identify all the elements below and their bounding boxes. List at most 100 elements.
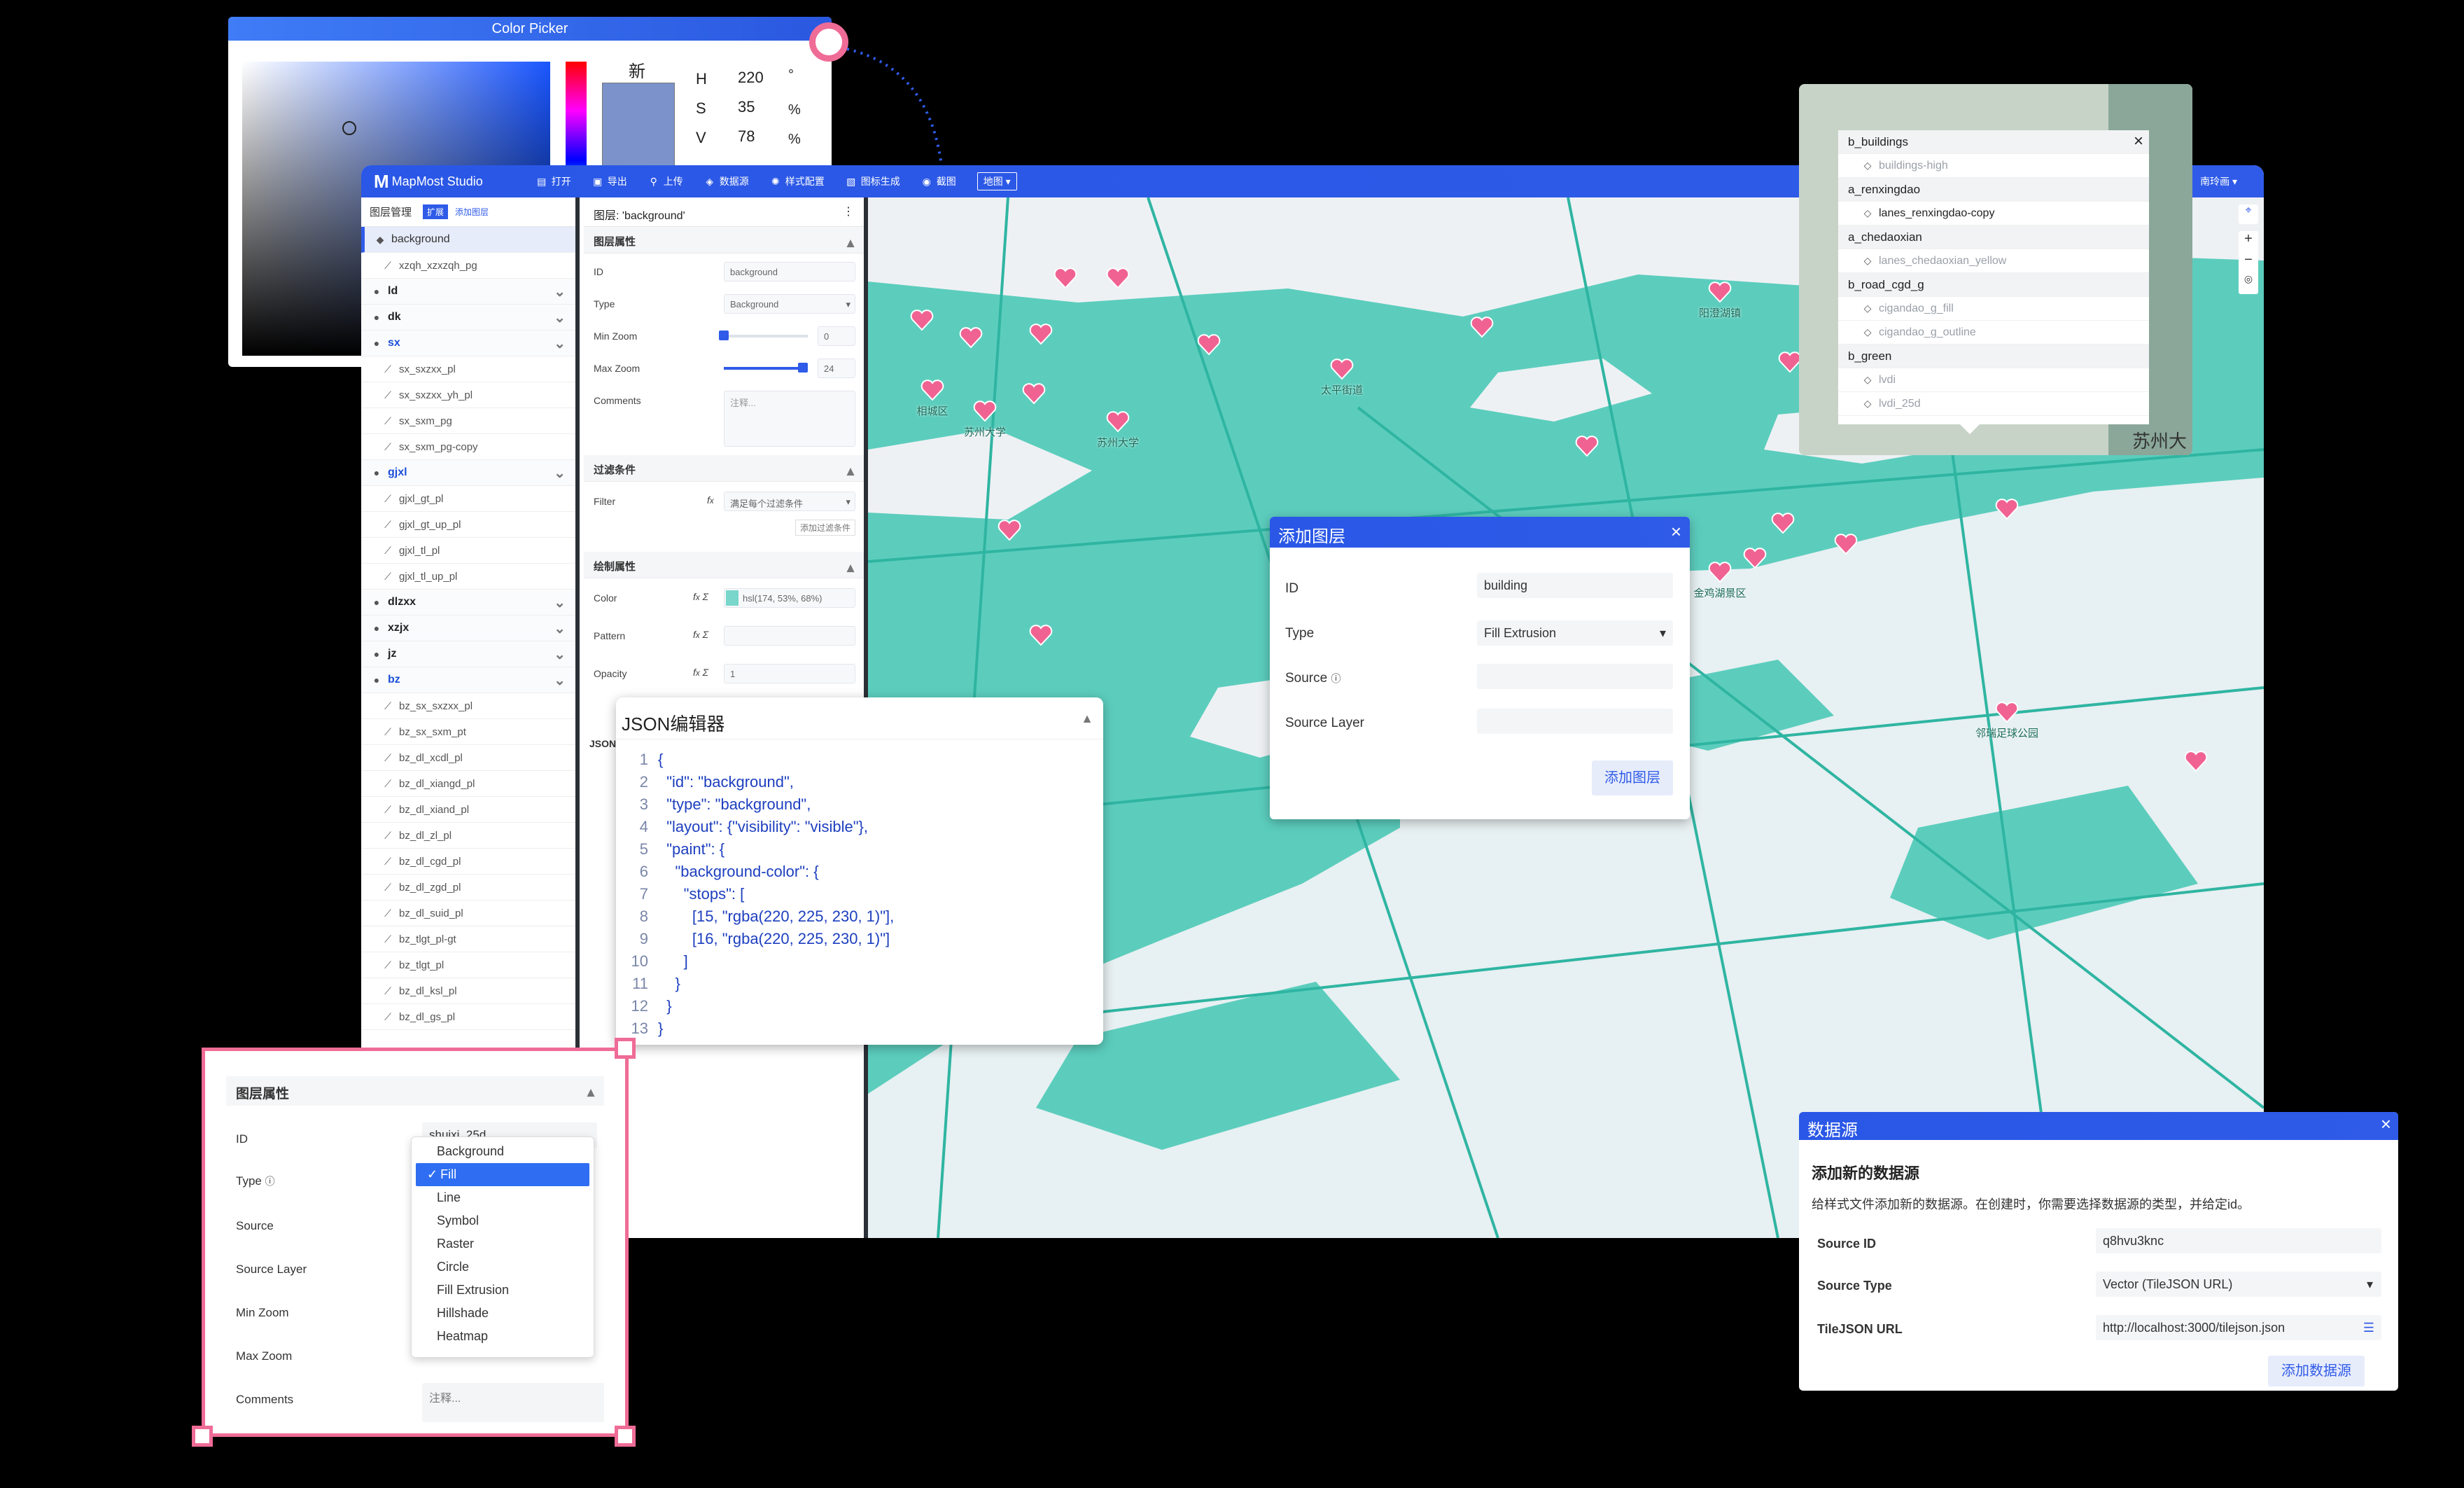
resize-handle-tr[interactable] [615,1038,636,1059]
list-icon[interactable]: ☰ [2363,1321,2374,1335]
add-layer-submit-button[interactable]: 添加图层 [1592,760,1673,795]
layer-tree-item[interactable]: ● bz ⌄ [361,667,575,693]
map-pin[interactable]: 金鸡湖景区 [1693,562,1746,599]
layer-tree-item[interactable]: ⟋ xzqh_xzxzqh_pg [361,253,575,279]
layer-tree-item[interactable]: ⟋ bz_dl_zgd_pl [361,875,575,901]
add-filter-button[interactable]: 添加过滤条件 [794,520,855,536]
map-pin[interactable]: 邻瑞足球公园 [1975,702,2038,739]
layer-tree-item[interactable]: ⟋ sx_sxzxx_pl [361,356,575,382]
popup-layer-item[interactable]: ◇ lanes_chedaoxian_yellow [1838,249,2149,273]
layer-tree-item[interactable]: ⟋ bz_tlgt_pl-gt [361,926,575,952]
layer-tree-item[interactable]: ⟋ bz_sx_sxm_pt [361,719,575,745]
resize-handle-bl[interactable] [192,1426,213,1447]
map-pin[interactable] [1106,267,1130,292]
sv-picker-handle[interactable] [342,121,356,135]
layer-tree-item[interactable]: ⟋ gjxl_tl_pl [361,538,575,564]
maxzoom-slider[interactable] [724,363,808,373]
menu-upload[interactable]: ⚲ 上传 [648,174,683,188]
layer-tree-item[interactable]: ● gjxl ⌄ [361,460,575,486]
map-pin[interactable] [1029,625,1053,649]
tilejson-url-input[interactable]: http://localhost:3000/tilejson.json ☰ [2096,1315,2381,1340]
map-pin[interactable] [1022,383,1046,408]
layer-tree-item[interactable]: ⟋ bz_dl_xcdl_pl [361,745,575,771]
layer-tree-item[interactable]: ⟋ bz_dl_xiand_pl [361,797,575,823]
layer-tree-item[interactable]: ⟋ sx_sxm_pg-copy [361,434,575,460]
layer-tree-item[interactable]: ⟋ sx_sxzxx_yh_pl [361,382,575,408]
map-pin[interactable] [1995,499,2019,523]
menu-open[interactable]: ▤ 打开 [536,174,571,188]
minzoom-input[interactable]: 0 [818,326,855,346]
add-layer-id-input[interactable]: building [1477,573,1673,598]
source-id-input[interactable]: q8hvu3knc [2096,1228,2381,1253]
snippet-section-header[interactable]: 图层属性 ▴ [226,1076,604,1106]
chevron-down-icon[interactable]: ⌄ [554,283,566,300]
menu-icon-gen[interactable]: ▧ 图标生成 [846,174,900,188]
opacity-input[interactable]: 1 [724,664,855,683]
color-input[interactable]: hsl(174, 53%, 68%) [724,588,855,608]
close-icon[interactable]: × [2134,132,2143,151]
layer-tree-item[interactable]: ● sx ⌄ [361,331,575,356]
compass-button[interactable]: ◎ [2239,273,2258,294]
chevron-down-icon[interactable]: ⌄ [554,646,566,663]
minzoom-slider[interactable] [719,331,808,340]
tab-layer-manage[interactable]: 图层管理 [370,204,412,219]
popup-layer-item[interactable]: ◇ cigandao_g_fill [1838,297,2149,321]
popup-layer-item[interactable]: ◇ lvdi_25d [1838,392,2149,416]
map-pin[interactable]: 相城区 [916,380,948,417]
close-icon[interactable]: × [2381,1113,2391,1135]
popup-layer-item[interactable]: ◇ cigandao_g_outline [1838,321,2149,345]
map-locate-button[interactable]: ⌖ [2239,204,2258,224]
section-paint[interactable]: 绘制属性 ▴ [584,552,864,578]
map-pin[interactable] [1029,324,1053,348]
menu-datasource[interactable]: ◈ 数据源 [704,174,748,188]
map-pin[interactable] [997,520,1021,544]
type-option[interactable]: Fill Extrusion [412,1279,594,1302]
layer-tree-item[interactable]: ⟋ bz_dl_xiangd_pl [361,771,575,797]
zoom-out-button[interactable]: − [2239,252,2258,273]
layer-tree-item[interactable]: ● dk ⌄ [361,305,575,331]
type-option[interactable]: Line [412,1186,594,1209]
map-select[interactable]: 地图 ▾ [976,172,1017,190]
pattern-input[interactable] [724,626,855,646]
layer-tree-item[interactable]: ⟋ bz_dl_suid_pl [361,901,575,926]
add-layer-source-layer-input[interactable] [1477,709,1673,734]
comments-textarea[interactable]: 注释... [724,391,855,447]
layer-tree-item[interactable]: ● xzjx ⌄ [361,616,575,641]
map-pin[interactable] [1834,534,1858,558]
menu-export[interactable]: ▣ 导出 [592,174,627,188]
layer-tree-item[interactable]: ⟋ gjxl_tl_up_pl [361,564,575,590]
layer-tree-item[interactable]: ⟋ sx_sxm_pg [361,408,575,434]
fx-icon[interactable]: fx Σ [693,667,708,678]
map-pin[interactable]: 苏州大学 [1097,411,1139,449]
type-option[interactable]: Circle [412,1256,594,1279]
section-layer-props[interactable]: 图层属性 ▴ [584,227,864,253]
map-pin[interactable] [1054,267,1077,292]
map-pin[interactable] [1778,352,1802,376]
popup-layer-item[interactable]: ◇ lanes_renxingdao-copy [1838,202,2149,225]
maxzoom-input[interactable]: 24 [818,359,855,378]
h-input[interactable]: 220 [732,66,781,90]
layer-tree-item[interactable]: ⟋ bz_dl_zl_pl [361,823,575,849]
map-pin[interactable]: 太平街道 [1321,359,1363,396]
type-option[interactable]: ✓ Fill [416,1163,589,1186]
type-option[interactable]: Hillshade [412,1302,594,1325]
resize-handle-br[interactable] [615,1426,636,1447]
popup-layer-item[interactable]: ◇ lvdi [1838,368,2149,392]
type-option[interactable]: Symbol [412,1209,594,1232]
collapse-icon[interactable]: ▲ [1081,711,1093,726]
fx-icon[interactable]: fx Σ [693,591,708,602]
layer-tree-item[interactable]: ⟋ bz_dl_cgd_pl [361,849,575,875]
user-menu[interactable]: 南玲画 ▾ [2200,174,2237,188]
prop-type-select[interactable]: Background ▾ [724,294,855,314]
snippet-comments-input[interactable]: 注释... [422,1383,604,1422]
chevron-down-icon[interactable]: ⌄ [554,594,566,611]
layer-tree-item[interactable]: ● ld ⌄ [361,279,575,305]
filter-select[interactable]: 满足每个过滤条件 ▾ [724,492,855,511]
chevron-down-icon[interactable]: ⌄ [554,672,566,689]
section-filter[interactable]: 过滤条件 ▴ [584,455,864,482]
menu-screenshot[interactable]: ◉ 截图 [921,174,956,188]
map-pin[interactable] [910,310,934,334]
layer-tree-item[interactable]: ⟋ gjxl_gt_pl [361,486,575,512]
color-swatch[interactable] [726,590,738,606]
type-option[interactable]: Raster [412,1232,594,1256]
